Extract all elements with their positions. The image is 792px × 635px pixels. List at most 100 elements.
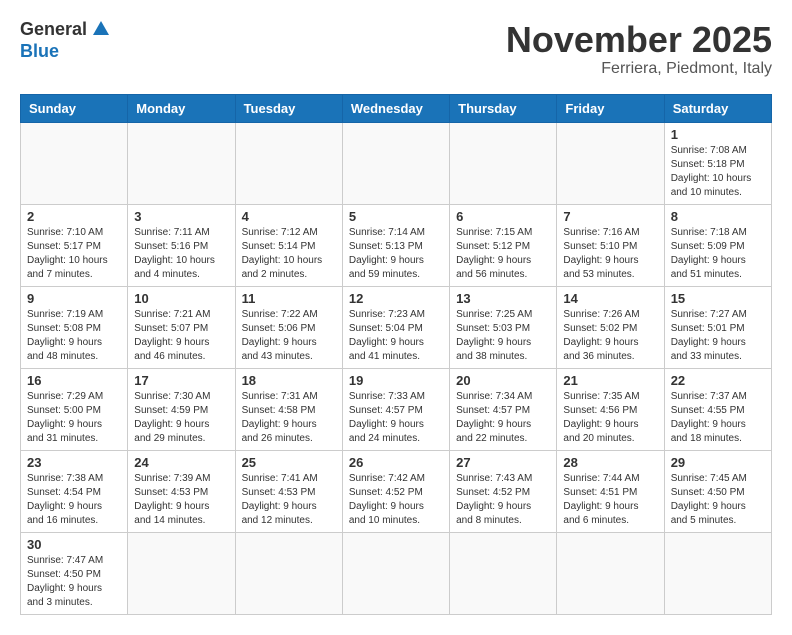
calendar-cell bbox=[450, 532, 557, 614]
day-info: Sunrise: 7:19 AM Sunset: 5:08 PM Dayligh… bbox=[27, 308, 121, 364]
day-info: Sunrise: 7:45 AM Sunset: 4:50 PM Dayligh… bbox=[671, 472, 765, 528]
calendar-cell: 21 Sunrise: 7:35 AM Sunset: 4:56 PM Dayli… bbox=[557, 368, 664, 450]
day-number: 1 bbox=[671, 127, 765, 142]
day-info: Sunrise: 7:10 AM Sunset: 5:17 PM Dayligh… bbox=[27, 226, 121, 282]
calendar-cell: 9 Sunrise: 7:19 AM Sunset: 5:08 PM Daylig… bbox=[21, 286, 128, 368]
calendar-cell: 17 Sunrise: 7:30 AM Sunset: 4:59 PM Dayli… bbox=[128, 368, 235, 450]
day-number: 3 bbox=[134, 209, 228, 224]
day-info: Sunrise: 7:22 AM Sunset: 5:06 PM Dayligh… bbox=[242, 308, 336, 364]
calendar-cell: 27Sunrise: 7:43 AM Sunset: 4:52 PM Dayli… bbox=[450, 450, 557, 532]
calendar-cell: 29Sunrise: 7:45 AM Sunset: 4:50 PM Dayli… bbox=[664, 450, 771, 532]
weekday-header: Saturday bbox=[664, 94, 771, 122]
day-info: Sunrise: 7:21 AM Sunset: 5:07 PM Dayligh… bbox=[134, 308, 228, 364]
day-number: 16 bbox=[27, 373, 121, 388]
day-info: Sunrise: 7:23 AM Sunset: 5:04 PM Dayligh… bbox=[349, 308, 443, 364]
day-info: Sunrise: 7:39 AM Sunset: 4:53 PM Dayligh… bbox=[134, 472, 228, 528]
calendar-cell: 19 Sunrise: 7:33 AM Sunset: 4:57 PM Dayli… bbox=[342, 368, 449, 450]
day-info: Sunrise: 7:47 AM Sunset: 4:50 PM Dayligh… bbox=[27, 554, 121, 610]
weekday-header: Friday bbox=[557, 94, 664, 122]
day-info: Sunrise: 7:25 AM Sunset: 5:03 PM Dayligh… bbox=[456, 308, 550, 364]
calendar-cell bbox=[557, 532, 664, 614]
day-info: Sunrise: 7:37 AM Sunset: 4:55 PM Dayligh… bbox=[671, 390, 765, 446]
calendar-week-row: 30 Sunrise: 7:47 AM Sunset: 4:50 PM Dayli… bbox=[21, 532, 772, 614]
day-number: 24 bbox=[134, 455, 228, 470]
day-number: 19 bbox=[349, 373, 443, 388]
day-number: 21 bbox=[563, 373, 657, 388]
day-info: Sunrise: 7:08 AM Sunset: 5:18 PM Dayligh… bbox=[671, 144, 765, 200]
calendar-cell: 20 Sunrise: 7:34 AM Sunset: 4:57 PM Dayli… bbox=[450, 368, 557, 450]
calendar-cell: 4Sunrise: 7:12 AM Sunset: 5:14 PM Daylig… bbox=[235, 204, 342, 286]
day-number: 12 bbox=[349, 291, 443, 306]
day-number: 8 bbox=[671, 209, 765, 224]
day-number: 14 bbox=[563, 291, 657, 306]
calendar-cell: 13Sunrise: 7:25 AM Sunset: 5:03 PM Dayli… bbox=[450, 286, 557, 368]
day-number: 9 bbox=[27, 291, 121, 306]
calendar-cell: 10 Sunrise: 7:21 AM Sunset: 5:07 PM Dayli… bbox=[128, 286, 235, 368]
calendar-cell: 23Sunrise: 7:38 AM Sunset: 4:54 PM Dayli… bbox=[21, 450, 128, 532]
calendar-table: SundayMondayTuesdayWednesdayThursdayFrid… bbox=[20, 94, 772, 615]
calendar-cell bbox=[235, 532, 342, 614]
day-number: 5 bbox=[349, 209, 443, 224]
calendar-cell: 1 Sunrise: 7:08 AM Sunset: 5:18 PM Daylig… bbox=[664, 122, 771, 204]
day-number: 15 bbox=[671, 291, 765, 306]
calendar-cell: 14 Sunrise: 7:26 AM Sunset: 5:02 PM Dayli… bbox=[557, 286, 664, 368]
weekday-header: Tuesday bbox=[235, 94, 342, 122]
calendar-cell: 2 Sunrise: 7:10 AM Sunset: 5:17 PM Daylig… bbox=[21, 204, 128, 286]
calendar-week-row: 9 Sunrise: 7:19 AM Sunset: 5:08 PM Daylig… bbox=[21, 286, 772, 368]
day-info: Sunrise: 7:27 AM Sunset: 5:01 PM Dayligh… bbox=[671, 308, 765, 364]
day-info: Sunrise: 7:35 AM Sunset: 4:56 PM Dayligh… bbox=[563, 390, 657, 446]
day-info: Sunrise: 7:34 AM Sunset: 4:57 PM Dayligh… bbox=[456, 390, 550, 446]
calendar-cell: 26Sunrise: 7:42 AM Sunset: 4:52 PM Dayli… bbox=[342, 450, 449, 532]
calendar-cell: 8 Sunrise: 7:18 AM Sunset: 5:09 PM Daylig… bbox=[664, 204, 771, 286]
day-number: 11 bbox=[242, 291, 336, 306]
calendar-cell bbox=[664, 532, 771, 614]
calendar-cell: 30 Sunrise: 7:47 AM Sunset: 4:50 PM Dayli… bbox=[21, 532, 128, 614]
day-number: 28 bbox=[563, 455, 657, 470]
day-number: 10 bbox=[134, 291, 228, 306]
day-info: Sunrise: 7:43 AM Sunset: 4:52 PM Dayligh… bbox=[456, 472, 550, 528]
day-number: 20 bbox=[456, 373, 550, 388]
day-number: 7 bbox=[563, 209, 657, 224]
calendar-week-row: 23Sunrise: 7:38 AM Sunset: 4:54 PM Dayli… bbox=[21, 450, 772, 532]
weekday-header: Thursday bbox=[450, 94, 557, 122]
calendar-cell bbox=[450, 122, 557, 204]
logo-general-text: General bbox=[20, 20, 87, 38]
calendar-cell: 11 Sunrise: 7:22 AM Sunset: 5:06 PM Dayli… bbox=[235, 286, 342, 368]
logo: General Blue bbox=[20, 20, 109, 60]
calendar-cell bbox=[235, 122, 342, 204]
weekday-header-row: SundayMondayTuesdayWednesdayThursdayFrid… bbox=[21, 94, 772, 122]
day-number: 18 bbox=[242, 373, 336, 388]
calendar-cell bbox=[342, 122, 449, 204]
title-area: November 2025 Ferriera, Piedmont, Italy bbox=[506, 20, 772, 78]
calendar-cell bbox=[342, 532, 449, 614]
calendar-cell: 5 Sunrise: 7:14 AM Sunset: 5:13 PM Daylig… bbox=[342, 204, 449, 286]
calendar-cell bbox=[128, 122, 235, 204]
day-info: Sunrise: 7:16 AM Sunset: 5:10 PM Dayligh… bbox=[563, 226, 657, 282]
day-info: Sunrise: 7:14 AM Sunset: 5:13 PM Dayligh… bbox=[349, 226, 443, 282]
calendar-cell: 16Sunrise: 7:29 AM Sunset: 5:00 PM Dayli… bbox=[21, 368, 128, 450]
day-number: 30 bbox=[27, 537, 121, 552]
day-info: Sunrise: 7:30 AM Sunset: 4:59 PM Dayligh… bbox=[134, 390, 228, 446]
day-number: 2 bbox=[27, 209, 121, 224]
day-number: 23 bbox=[27, 455, 121, 470]
calendar-cell: 22Sunrise: 7:37 AM Sunset: 4:55 PM Dayli… bbox=[664, 368, 771, 450]
calendar-week-row: 2 Sunrise: 7:10 AM Sunset: 5:17 PM Daylig… bbox=[21, 204, 772, 286]
calendar-cell bbox=[128, 532, 235, 614]
day-info: Sunrise: 7:18 AM Sunset: 5:09 PM Dayligh… bbox=[671, 226, 765, 282]
day-info: Sunrise: 7:26 AM Sunset: 5:02 PM Dayligh… bbox=[563, 308, 657, 364]
calendar-cell bbox=[557, 122, 664, 204]
logo-row: General bbox=[20, 20, 109, 38]
weekday-header: Sunday bbox=[21, 94, 128, 122]
logo-blue-text: Blue bbox=[20, 42, 59, 60]
day-info: Sunrise: 7:33 AM Sunset: 4:57 PM Dayligh… bbox=[349, 390, 443, 446]
calendar-week-row: 16Sunrise: 7:29 AM Sunset: 5:00 PM Dayli… bbox=[21, 368, 772, 450]
day-number: 17 bbox=[134, 373, 228, 388]
logo-triangle-icon bbox=[93, 21, 109, 35]
calendar-cell: 6Sunrise: 7:15 AM Sunset: 5:12 PM Daylig… bbox=[450, 204, 557, 286]
day-info: Sunrise: 7:42 AM Sunset: 4:52 PM Dayligh… bbox=[349, 472, 443, 528]
page-header: General Blue November 2025 Ferriera, Pie… bbox=[20, 20, 772, 78]
calendar-cell: 12 Sunrise: 7:23 AM Sunset: 5:04 PM Dayli… bbox=[342, 286, 449, 368]
calendar-cell: 18Sunrise: 7:31 AM Sunset: 4:58 PM Dayli… bbox=[235, 368, 342, 450]
day-info: Sunrise: 7:11 AM Sunset: 5:16 PM Dayligh… bbox=[134, 226, 228, 282]
calendar-cell: 15 Sunrise: 7:27 AM Sunset: 5:01 PM Dayli… bbox=[664, 286, 771, 368]
